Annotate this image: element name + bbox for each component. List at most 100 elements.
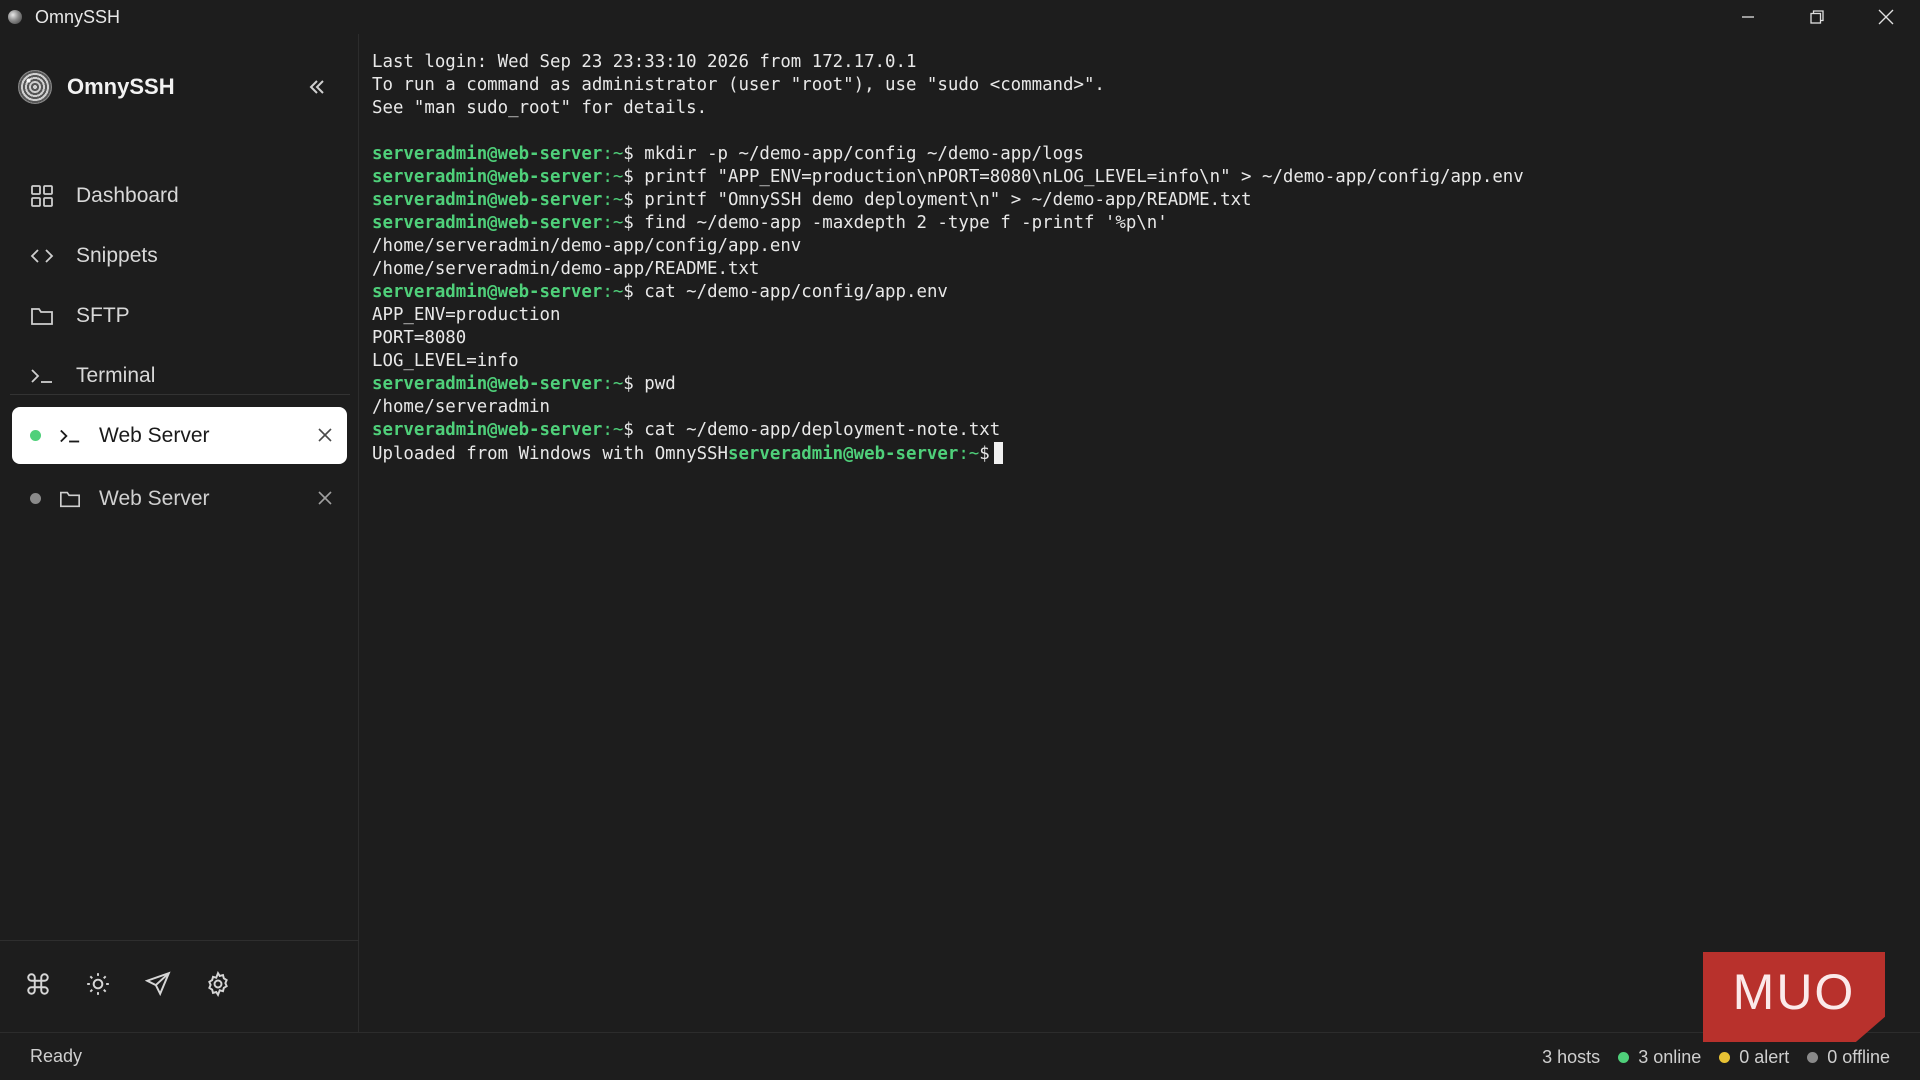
shell-command: find ~/demo-app -maxdepth 2 -type f -pri… xyxy=(644,213,1168,233)
shell-output: See "man sudo_root" for details. xyxy=(372,98,708,118)
sidebar-item-label: Terminal xyxy=(76,364,156,387)
app-window: OmnySSH OmnySSH Dashboard Snippets SFTP … xyxy=(0,0,1920,1080)
close-session-button[interactable] xyxy=(315,488,335,508)
offline-count: 0 offline xyxy=(1807,1047,1890,1068)
shell-output: /home/serveradmin/demo-app/README.txt xyxy=(372,259,760,279)
terminal-line: LOG_LEVEL=info xyxy=(372,350,1920,373)
shell-command: mkdir -p ~/demo-app/config ~/demo-app/lo… xyxy=(644,144,1084,164)
prompt-suffix: :~$ xyxy=(602,374,645,394)
sidebar-item-label: Dashboard xyxy=(76,184,179,207)
shell-prompt: serveradmin@web-server xyxy=(727,444,959,464)
prompt-suffix: :~$ xyxy=(602,282,645,302)
sidebar-item-terminal[interactable]: Terminal xyxy=(20,354,340,398)
terminal-line: To run a command as administrator (user … xyxy=(372,74,1920,97)
shell-prompt: serveradmin@web-server xyxy=(372,213,603,233)
shell-output: Uploaded from Windows with OmnySSH xyxy=(372,444,728,464)
session-tab-sftp[interactable]: Web Server xyxy=(12,470,347,527)
shell-command: cat ~/demo-app/config/app.env xyxy=(644,282,948,302)
terminal-icon xyxy=(20,364,66,388)
sidebar-item-sftp[interactable]: SFTP xyxy=(20,294,340,338)
restore-icon xyxy=(1809,10,1824,24)
watermark-text: MUO xyxy=(1732,964,1856,1020)
sidebar-item-label: Snippets xyxy=(76,244,158,267)
session-label: Web Server xyxy=(99,486,210,510)
shell-command: printf "APP_ENV=production\nPORT=8080\nL… xyxy=(644,167,1524,187)
close-icon xyxy=(318,491,332,505)
minimize-icon xyxy=(1741,16,1754,18)
minimize-button[interactable] xyxy=(1713,0,1782,34)
shell-prompt: serveradmin@web-server xyxy=(372,420,603,440)
prompt-suffix: :~$ xyxy=(602,420,645,440)
collapse-sidebar-button[interactable] xyxy=(304,74,330,100)
terminal-line: Last login: Wed Sep 23 23:33:10 2026 fro… xyxy=(372,51,1920,74)
online-dot xyxy=(1618,1051,1630,1063)
grid-icon xyxy=(20,184,66,208)
terminal-line: serveradmin@web-server:~$ pwd xyxy=(372,373,1920,396)
terminal-line: PORT=8080 xyxy=(372,327,1920,350)
close-icon xyxy=(1878,9,1893,25)
theme-toggle-button[interactable] xyxy=(84,970,112,998)
send-button[interactable] xyxy=(144,970,172,998)
chevrons-left-icon xyxy=(309,80,324,94)
shell-prompt: serveradmin@web-server xyxy=(372,167,603,187)
terminal-output[interactable]: Last login: Wed Sep 23 23:33:10 2026 fro… xyxy=(360,34,1920,1032)
sidebar-item-dashboard[interactable]: Dashboard xyxy=(20,174,340,218)
terminal-line: serveradmin@web-server:~$ cat ~/demo-app… xyxy=(372,419,1920,442)
sidebar: OmnySSH Dashboard Snippets SFTP Terminal… xyxy=(0,34,359,1034)
shell-prompt: serveradmin@web-server xyxy=(372,144,603,164)
session-label: Web Server xyxy=(99,423,210,447)
terminal-line: APP_ENV=production xyxy=(372,304,1920,327)
folder-icon xyxy=(20,304,66,328)
brand-name: OmnySSH xyxy=(67,74,175,99)
prompt-suffix: :~$ xyxy=(602,144,645,164)
terminal-line: serveradmin@web-server:~$ mkdir -p ~/dem… xyxy=(372,143,1920,166)
shell-output: Last login: Wed Sep 23 23:33:10 2026 fro… xyxy=(372,52,917,72)
alert-dot xyxy=(1719,1051,1731,1063)
prompt-suffix: :~$ xyxy=(602,190,645,210)
alert-count: 0 alert xyxy=(1719,1047,1789,1068)
shell-command: printf "OmnySSH demo deployment\n" > ~/d… xyxy=(644,190,1252,210)
sidebar-bottom-divider xyxy=(0,940,359,941)
shell-output: /home/serveradmin xyxy=(372,397,550,417)
sun-icon xyxy=(87,973,109,995)
shell-prompt: serveradmin@web-server xyxy=(372,374,603,394)
status-dot xyxy=(30,430,41,441)
terminal-line: /home/serveradmin xyxy=(372,396,1920,419)
gear-icon xyxy=(208,971,228,997)
restore-button[interactable] xyxy=(1782,0,1851,34)
alert-count-label: 0 alert xyxy=(1739,1046,1790,1067)
terminal-icon xyxy=(59,425,85,447)
close-window-button[interactable] xyxy=(1851,0,1920,34)
terminal-cursor xyxy=(993,442,1003,464)
hosts-count-label: 3 hosts xyxy=(1542,1046,1601,1067)
close-session-button[interactable] xyxy=(315,425,335,445)
terminal-line: /home/serveradmin/demo-app/config/app.en… xyxy=(372,235,1920,258)
watermark-logo: MUO xyxy=(1703,952,1885,1042)
shell-output: LOG_LEVEL=info xyxy=(372,351,519,371)
brand-logo xyxy=(18,70,52,104)
prompt-suffix: :~$ xyxy=(602,167,645,187)
close-icon xyxy=(318,428,332,442)
sidebar-item-label: SFTP xyxy=(76,304,130,327)
sidebar-item-snippets[interactable]: Snippets xyxy=(20,234,340,278)
command-icon xyxy=(27,973,49,995)
folder-icon xyxy=(59,488,85,510)
app-icon xyxy=(8,10,22,24)
session-tab-terminal[interactable]: Web Server xyxy=(12,407,347,464)
settings-button[interactable] xyxy=(204,970,232,998)
status-dot xyxy=(30,493,41,504)
prompt-suffix: :~$ xyxy=(602,213,645,233)
shell-prompt: serveradmin@web-server xyxy=(372,190,603,210)
terminal-line: /home/serveradmin/demo-app/README.txt xyxy=(372,258,1920,281)
shell-command: cat ~/demo-app/deployment-note.txt xyxy=(644,420,1001,440)
terminal-line: See "man sudo_root" for details. xyxy=(372,97,1920,120)
sidebar-divider xyxy=(10,394,350,395)
terminal-line: Uploaded from Windows with OmnySSHserver… xyxy=(372,442,1920,465)
online-count-label: 3 online xyxy=(1638,1046,1702,1067)
terminal-line: serveradmin@web-server:~$ find ~/demo-ap… xyxy=(372,212,1920,235)
command-palette-button[interactable] xyxy=(24,970,52,998)
shell-prompt: serveradmin@web-server xyxy=(372,282,603,302)
window-controls xyxy=(1713,0,1920,34)
code-icon xyxy=(20,244,66,268)
